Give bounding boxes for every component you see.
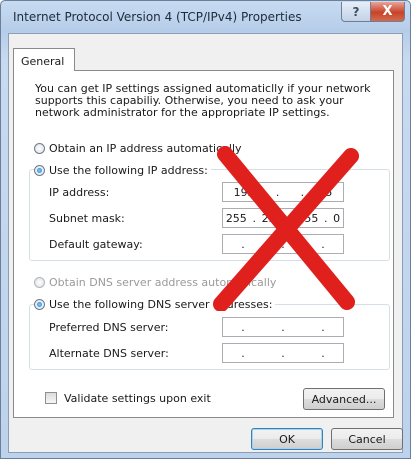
validate-label: Validate settings upon exit bbox=[64, 392, 211, 405]
octet: 0 bbox=[333, 211, 341, 225]
close-icon: X bbox=[382, 4, 393, 19]
octet-dot: . bbox=[275, 185, 280, 199]
alternate-dns-field[interactable]: . . . bbox=[222, 343, 344, 363]
octet: 5 bbox=[325, 185, 333, 199]
ip-address-label: IP address: bbox=[49, 186, 110, 199]
preferred-dns-label: Preferred DNS server: bbox=[49, 321, 169, 334]
radio-icon bbox=[34, 299, 45, 310]
default-gateway-field[interactable]: . . . bbox=[222, 234, 344, 254]
radio-use-following-dns[interactable]: Use the following DNS server addresses: bbox=[34, 298, 276, 311]
preferred-dns-field[interactable]: . . . bbox=[222, 317, 344, 337]
octet-dot: . bbox=[281, 237, 285, 251]
octet-dot: . bbox=[288, 211, 292, 225]
octet: 255 bbox=[297, 211, 319, 225]
default-gateway-label: Default gateway: bbox=[49, 238, 143, 251]
help-button[interactable]: ? bbox=[341, 2, 371, 22]
ip-address-field[interactable]: 192 . . 5 bbox=[222, 182, 344, 202]
ok-button[interactable]: OK bbox=[251, 428, 323, 450]
octet-dot: . bbox=[281, 346, 285, 360]
cancel-button[interactable]: Cancel bbox=[331, 428, 403, 450]
octet: 255 bbox=[261, 211, 283, 225]
radio-icon bbox=[34, 165, 45, 176]
radio-label: Use the following IP address: bbox=[49, 164, 208, 177]
octet-dot: . bbox=[241, 346, 245, 360]
radio-obtain-ip-auto[interactable]: Obtain an IP address automatically bbox=[34, 142, 242, 155]
octet: 255 bbox=[225, 211, 247, 225]
octet-dot: . bbox=[321, 346, 325, 360]
octet-dot: . bbox=[321, 237, 325, 251]
alternate-dns-label: Alternate DNS server: bbox=[49, 347, 169, 360]
tab-general[interactable]: General bbox=[13, 48, 75, 71]
octet-dot: . bbox=[252, 211, 256, 225]
octet-dot: . bbox=[324, 211, 328, 225]
radio-label: Use the following DNS server addresses: bbox=[49, 298, 273, 311]
octet-dot: . bbox=[241, 320, 245, 334]
radio-label: Obtain an IP address automatically bbox=[49, 142, 242, 155]
octet-dot: . bbox=[321, 320, 325, 334]
window-title: Internet Protocol Version 4 (TCP/IPv4) P… bbox=[13, 10, 302, 24]
radio-icon bbox=[34, 277, 45, 288]
radio-use-following-ip[interactable]: Use the following IP address: bbox=[34, 164, 211, 177]
octet: 192 bbox=[233, 185, 255, 199]
octet-dot: . bbox=[241, 237, 245, 251]
dialog-window: Internet Protocol Version 4 (TCP/IPv4) P… bbox=[0, 0, 411, 459]
description-text: You can get IP settings assigned automat… bbox=[35, 82, 371, 119]
octet-dot: . bbox=[281, 320, 285, 334]
advanced-button[interactable]: Advanced... bbox=[303, 388, 385, 410]
subnet-mask-field[interactable]: 255 . 255 . 255 . 0 bbox=[222, 208, 344, 228]
octet-dot: . bbox=[300, 185, 305, 199]
radio-icon bbox=[34, 143, 45, 154]
radio-label: Obtain DNS server address automatically bbox=[49, 276, 277, 289]
validate-checkbox[interactable] bbox=[45, 392, 57, 404]
radio-obtain-dns-auto[interactable]: Obtain DNS server address automatically bbox=[34, 276, 276, 289]
subnet-mask-label: Subnet mask: bbox=[49, 212, 125, 225]
close-button[interactable]: X bbox=[370, 2, 405, 22]
help-icon: ? bbox=[352, 4, 360, 19]
